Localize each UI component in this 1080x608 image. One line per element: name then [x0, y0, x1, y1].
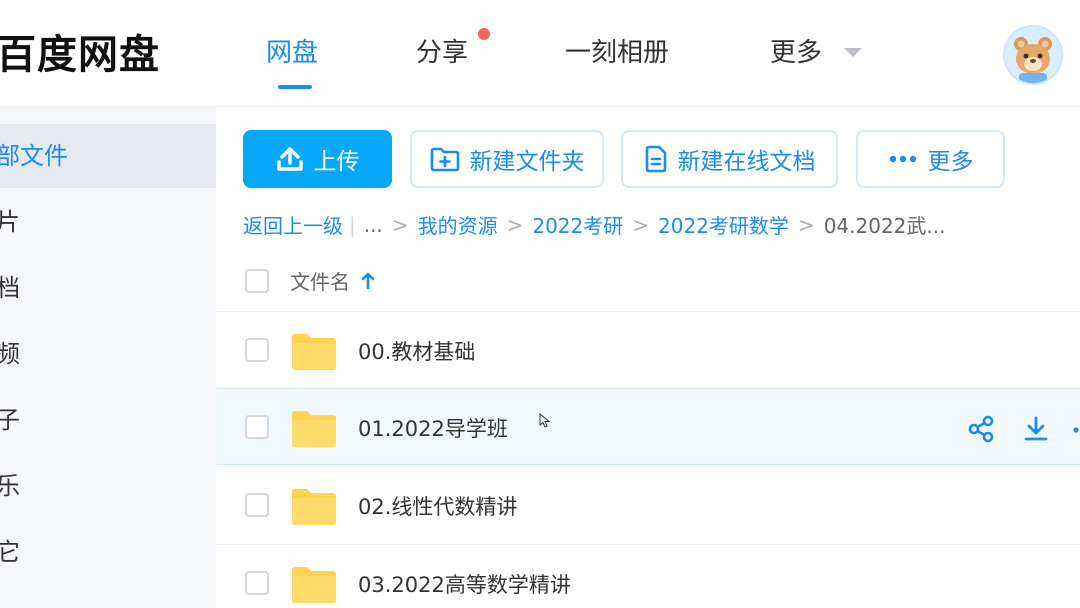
tab-netdisk[interactable]: 网盘 [266, 32, 318, 69]
sidebar-item-pictures[interactable]: 片 [0, 190, 216, 254]
file-name[interactable]: 02.线性代数精讲 [358, 491, 517, 521]
table-row[interactable]: 02.线性代数精讲 [216, 466, 1080, 543]
sidebar-item-label: 它 [0, 538, 20, 566]
breadcrumb-separator-icon: > [632, 212, 650, 237]
sidebar-item-music[interactable]: 乐 [0, 454, 216, 518]
upload-button[interactable]: 上传 [243, 130, 392, 188]
breadcrumb-separator-icon: > [391, 212, 409, 237]
sidebar-item-other[interactable]: 它 [0, 520, 216, 584]
chevron-down-icon[interactable] [844, 48, 862, 57]
breadcrumb-item-2022-exam-math[interactable]: 2022考研数学 [658, 210, 789, 239]
breadcrumb-current: 04.2022武... [823, 214, 946, 238]
file-name[interactable]: 03.2022高等数学精讲 [358, 569, 571, 599]
tab-share[interactable]: 分享 [416, 32, 468, 69]
sidebar: 部文件 片 档 频 子 乐 它 [0, 107, 216, 608]
sidebar-item-label: 频 [0, 340, 20, 368]
notification-dot [478, 28, 490, 40]
arrow-up-icon [361, 272, 375, 289]
sidebar-item-label: 子 [0, 406, 20, 434]
more-button[interactable]: 更多 [856, 130, 1005, 188]
sidebar-item-label: 片 [0, 208, 20, 236]
row-checkbox[interactable] [245, 493, 269, 517]
new-online-doc-label: 新建在线文档 [677, 149, 816, 175]
column-header-filename[interactable]: 文件名 [290, 266, 376, 295]
table-row[interactable]: 01.2022导学班 [216, 388, 1080, 465]
tab-album[interactable]: 一刻相册 [565, 32, 669, 69]
row-checkbox[interactable] [245, 338, 269, 362]
sidebar-item-all-files[interactable]: 部文件 [0, 124, 216, 188]
new-folder-button[interactable]: 新建文件夹 [410, 130, 604, 188]
avatar[interactable] [1003, 25, 1063, 85]
bear-avatar-icon [1014, 37, 1052, 83]
new-folder-label: 新建文件夹 [469, 149, 585, 175]
top-header: 百度网盘 网盘 分享 一刻相册 更多 [0, 0, 1080, 107]
folder-plus-icon [430, 147, 459, 172]
sidebar-item-label: 乐 [0, 472, 20, 500]
sidebar-item-documents[interactable]: 档 [0, 256, 216, 320]
upload-icon [276, 147, 303, 171]
folder-icon [292, 334, 336, 370]
mouse-cursor-icon [539, 413, 551, 428]
breadcrumb-item-my-resources[interactable]: 我的资源 [418, 210, 498, 239]
sidebar-item-torrents[interactable]: 子 [0, 388, 216, 452]
row-checkbox[interactable] [245, 415, 269, 439]
folder-icon [292, 489, 336, 525]
breadcrumb-back-link[interactable]: 返回上一级 [243, 210, 343, 239]
breadcrumb-separator-icon: > [797, 212, 815, 237]
more-action-icon[interactable] [1072, 427, 1080, 433]
breadcrumb-separator-icon: > [506, 212, 524, 237]
active-tab-indicator [278, 85, 312, 89]
folder-icon [292, 411, 336, 447]
breadcrumb-item-2022-exam[interactable]: 2022考研 [532, 210, 623, 239]
more-label: 更多 [927, 149, 974, 175]
sidebar-item-videos[interactable]: 频 [0, 322, 216, 386]
tab-more[interactable]: 更多 [770, 32, 822, 69]
share-icon[interactable] [967, 415, 995, 443]
file-name[interactable]: 01.2022导学班 [358, 413, 508, 443]
column-header-label: 文件名 [290, 270, 350, 294]
upload-label: 上传 [313, 149, 360, 175]
document-icon [645, 145, 666, 173]
table-row[interactable]: 03.2022高等数学精讲 [216, 544, 1080, 608]
sidebar-item-label: 部文件 [0, 142, 68, 170]
table-row[interactable]: 00.教材基础 [216, 311, 1080, 388]
folder-icon [292, 567, 336, 603]
more-dots-icon [889, 155, 916, 163]
row-checkbox[interactable] [245, 571, 269, 595]
breadcrumb-divider: | [349, 212, 356, 237]
breadcrumb: 返回上一级 | ... > 我的资源 > 2022考研 > 2022考研数学 >… [243, 210, 945, 239]
select-all-checkbox[interactable] [245, 269, 269, 293]
file-name[interactable]: 00.教材基础 [358, 336, 475, 366]
download-icon[interactable] [1022, 415, 1050, 443]
app-logo[interactable]: 百度网盘 [0, 22, 160, 80]
breadcrumb-ellipsis[interactable]: ... [364, 213, 383, 237]
new-online-doc-button[interactable]: 新建在线文档 [621, 130, 838, 188]
sidebar-item-label: 档 [0, 274, 20, 302]
